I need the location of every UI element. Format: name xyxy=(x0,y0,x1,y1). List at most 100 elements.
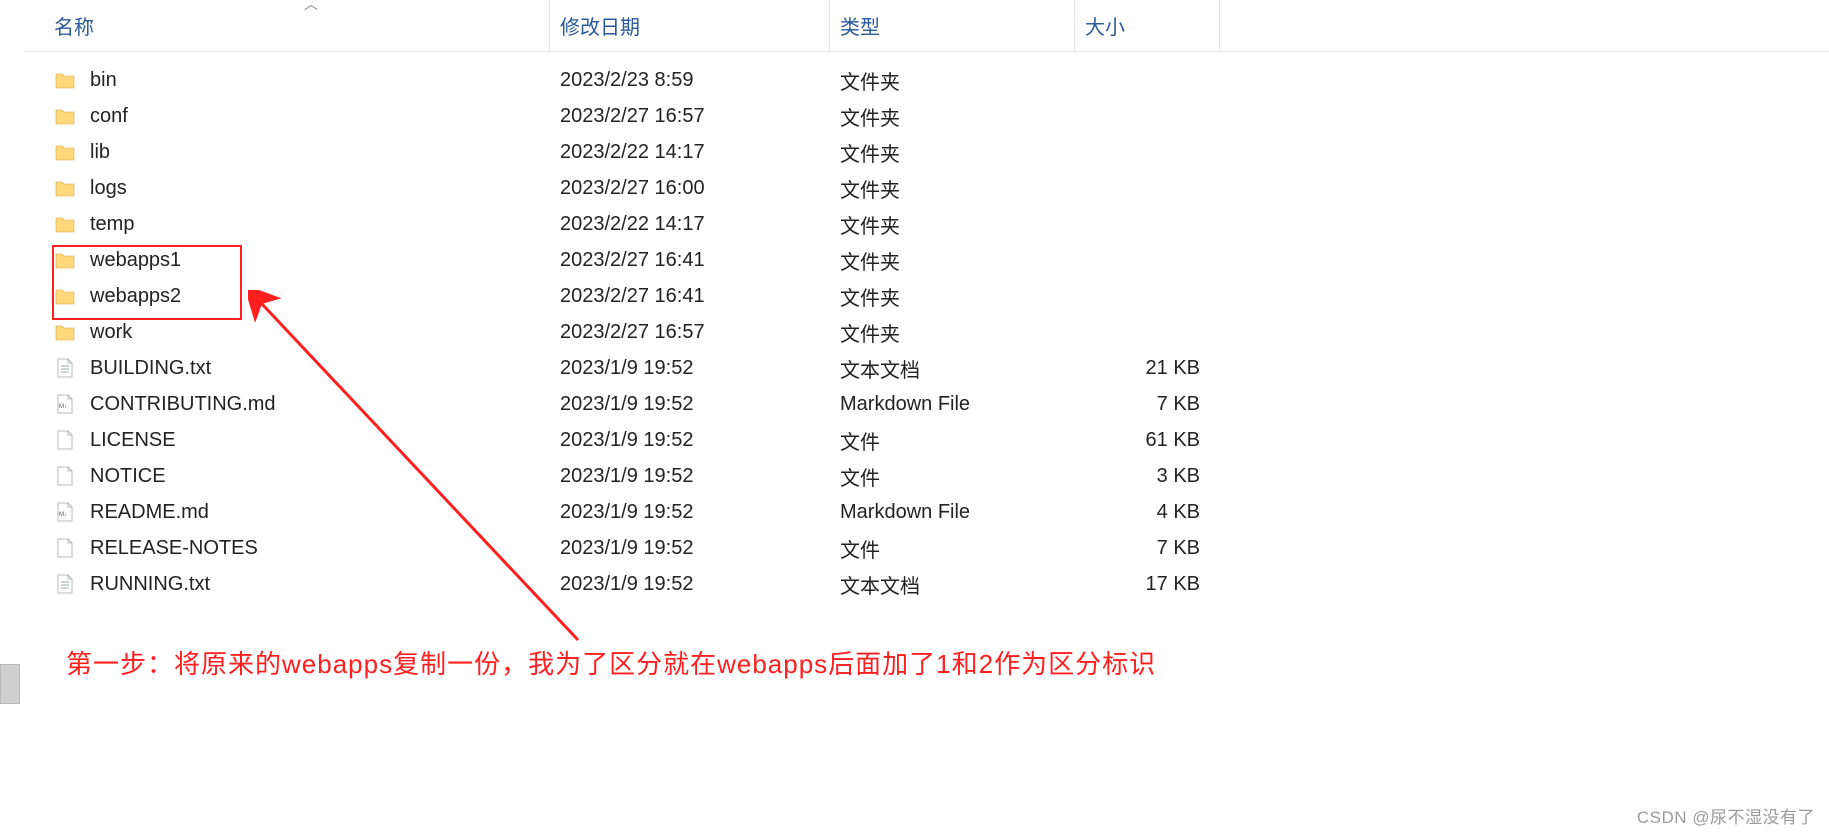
table-row[interactable]: lib 2023/2/22 14:17文件夹 xyxy=(24,134,1829,170)
cell-size: 4 KB xyxy=(1075,501,1220,524)
folder-icon xyxy=(54,249,76,271)
cell-name[interactable]: NOTICE xyxy=(24,465,550,488)
file-name-label: BUILDING.txt xyxy=(90,357,211,380)
cell-name[interactable]: logs xyxy=(24,177,550,200)
cell-type: 文件夹 xyxy=(830,174,1075,203)
cell-name[interactable]: work xyxy=(24,321,550,344)
file-name-label: CONTRIBUTING.md xyxy=(90,393,276,416)
file-name-label: lib xyxy=(90,141,110,164)
file-name-label: bin xyxy=(90,69,117,92)
table-row[interactable]: LICENSE 2023/1/9 19:52文件61 KB xyxy=(24,422,1829,458)
cell-date: 2023/2/27 16:41 xyxy=(550,249,830,272)
cell-type: 文件 xyxy=(830,534,1075,563)
cell-date: 2023/1/9 19:52 xyxy=(550,501,830,524)
folder-icon xyxy=(54,105,76,127)
column-header-type[interactable]: 类型 xyxy=(830,0,1075,51)
folder-icon xyxy=(54,285,76,307)
cell-date: 2023/2/22 14:17 xyxy=(550,213,830,236)
cell-type: 文件 xyxy=(830,426,1075,455)
cell-date: 2023/2/23 8:59 xyxy=(550,69,830,92)
cell-name[interactable]: bin xyxy=(24,69,550,92)
file-name-label: webapps2 xyxy=(90,285,181,308)
cell-name[interactable]: temp xyxy=(24,213,550,236)
sort-indicator-icon: ︿ xyxy=(304,0,318,14)
cell-name[interactable]: RELEASE-NOTES xyxy=(24,537,550,560)
cell-name[interactable]: M↓ CONTRIBUTING.md xyxy=(24,393,550,416)
watermark-text: CSDN @尿不湿没有了 xyxy=(1637,803,1815,828)
cell-type: 文件夹 xyxy=(830,210,1075,239)
cell-type: 文件夹 xyxy=(830,318,1075,347)
file-name-label: webapps1 xyxy=(90,249,181,272)
blank-icon xyxy=(54,537,76,559)
cell-date: 2023/1/9 19:52 xyxy=(550,357,830,380)
folder-icon xyxy=(54,321,76,343)
table-row[interactable]: RELEASE-NOTES 2023/1/9 19:52文件7 KB xyxy=(24,530,1829,566)
cell-type: 文件夹 xyxy=(830,66,1075,95)
table-row[interactable]: M↓ README.md 2023/1/9 19:52Markdown File4 … xyxy=(24,494,1829,530)
cell-date: 2023/2/27 16:41 xyxy=(550,285,830,308)
file-name-label: logs xyxy=(90,177,127,200)
table-row[interactable]: conf2023/2/27 16:57文件夹 xyxy=(24,98,1829,134)
table-row[interactable]: work 2023/2/27 16:57文件夹 xyxy=(24,314,1829,350)
cell-date: 2023/2/27 16:57 xyxy=(550,321,830,344)
file-name-label: temp xyxy=(90,213,134,236)
table-row[interactable]: BUILDING.txt2023/1/9 19:52文本文档21 KB xyxy=(24,350,1829,386)
table-row[interactable]: logs 2023/2/27 16:00文件夹 xyxy=(24,170,1829,206)
file-explorer: ︿ 名称 修改日期 类型 大小 bin2023/2/23 8:59文件夹conf… xyxy=(24,0,1829,602)
cell-name[interactable]: conf xyxy=(24,105,550,128)
file-name-label: LICENSE xyxy=(90,429,176,452)
folder-icon xyxy=(54,141,76,163)
cell-date: 2023/1/9 19:52 xyxy=(550,429,830,452)
cell-type: 文件夹 xyxy=(830,246,1075,275)
table-row[interactable]: NOTICE 2023/1/9 19:52文件3 KB xyxy=(24,458,1829,494)
table-row[interactable]: temp 2023/2/22 14:17文件夹 xyxy=(24,206,1829,242)
cell-date: 2023/1/9 19:52 xyxy=(550,537,830,560)
cell-type: 文件夹 xyxy=(830,102,1075,131)
table-row[interactable]: bin 2023/2/23 8:59文件夹 xyxy=(24,62,1829,98)
table-row[interactable]: webapps1 2023/2/27 16:41文件夹 xyxy=(24,242,1829,278)
file-name-label: RELEASE-NOTES xyxy=(90,537,258,560)
table-row[interactable]: RUNNING.txt2023/1/9 19:52文本文档17 KB xyxy=(24,566,1829,602)
md-icon: M↓ xyxy=(54,501,76,523)
cell-name[interactable]: lib xyxy=(24,141,550,164)
cell-date: 2023/2/27 16:00 xyxy=(550,177,830,200)
cell-name[interactable]: LICENSE xyxy=(24,429,550,452)
cell-size: 3 KB xyxy=(1075,465,1220,488)
cell-type: Markdown File xyxy=(830,501,1075,524)
cell-date: 2023/1/9 19:52 xyxy=(550,573,830,596)
column-header-name[interactable]: 名称 xyxy=(24,0,550,51)
cell-type: 文件 xyxy=(830,462,1075,491)
cell-size: 61 KB xyxy=(1075,429,1220,452)
cell-name[interactable]: webapps2 xyxy=(24,285,550,308)
table-row[interactable]: webapps2 2023/2/27 16:41文件夹 xyxy=(24,278,1829,314)
cell-type: 文本文档 xyxy=(830,354,1075,383)
cell-name[interactable]: RUNNING.txt xyxy=(24,573,550,596)
blank-icon xyxy=(54,429,76,451)
cell-date: 2023/1/9 19:52 xyxy=(550,465,830,488)
column-header-date[interactable]: 修改日期 xyxy=(550,0,830,51)
cell-name[interactable]: webapps1 xyxy=(24,249,550,272)
cell-name[interactable]: BUILDING.txt xyxy=(24,357,550,380)
file-name-label: NOTICE xyxy=(90,465,166,488)
cell-date: 2023/2/22 14:17 xyxy=(550,141,830,164)
cell-size: 7 KB xyxy=(1075,537,1220,560)
column-header-size[interactable]: 大小 xyxy=(1075,0,1220,51)
cell-type: 文件夹 xyxy=(830,282,1075,311)
cell-date: 2023/2/27 16:57 xyxy=(550,105,830,128)
cell-size: 7 KB xyxy=(1075,393,1220,416)
svg-text:M↓: M↓ xyxy=(59,404,67,410)
svg-text:M↓: M↓ xyxy=(59,512,67,518)
cell-type: 文件夹 xyxy=(830,138,1075,167)
file-name-label: work xyxy=(90,321,132,344)
table-row[interactable]: M↓CONTRIBUTING.md2023/1/9 19:52Markdown … xyxy=(24,386,1829,422)
file-name-label: README.md xyxy=(90,501,209,524)
blank-icon xyxy=(54,465,76,487)
cell-size: 17 KB xyxy=(1075,573,1220,596)
left-scrollbar-thumb[interactable] xyxy=(0,664,20,704)
annotation-text: 第一步：将原来的webapps复制一份，我为了区分就在webapps后面加了1和… xyxy=(66,644,1156,681)
file-rows: bin2023/2/23 8:59文件夹conf2023/2/27 16:57文… xyxy=(24,52,1829,602)
text-icon xyxy=(54,357,76,379)
file-name-label: RUNNING.txt xyxy=(90,573,210,596)
folder-icon xyxy=(54,69,76,91)
cell-name[interactable]: M↓ README.md xyxy=(24,501,550,524)
